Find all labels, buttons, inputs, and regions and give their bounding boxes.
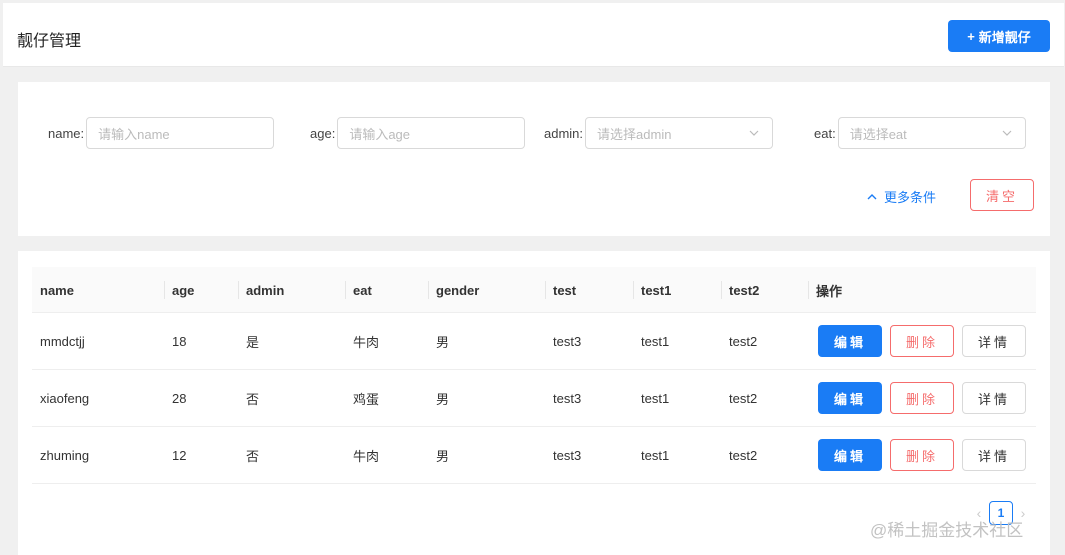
cell-test: test3 (553, 334, 582, 349)
cell-admin: 否 (246, 392, 260, 407)
eat-label: eat: (814, 125, 836, 141)
column-header-eat[interactable]: eat (345, 267, 372, 313)
cell-test2: test2 (729, 391, 758, 406)
cell-age: 18 (172, 334, 187, 349)
edit-button[interactable]: 编辑 (818, 382, 882, 414)
table-panel: name age admin eat gender test test1 tes… (18, 251, 1050, 555)
eat-field: eat: 请选择eat (814, 117, 1026, 149)
chevron-down-icon (1002, 130, 1012, 136)
add-item-button[interactable]: + 新增靓仔 (948, 20, 1050, 52)
cell-gender: 男 (436, 392, 450, 407)
cell-name: mmdctjj (40, 334, 85, 349)
detail-button[interactable]: 详情 (962, 439, 1026, 471)
cell-test2: test2 (729, 334, 758, 349)
chevron-down-icon (749, 130, 759, 136)
cell-test1: test1 (641, 448, 670, 463)
cell-eat: 牛肉 (353, 335, 380, 350)
name-label: name: (48, 125, 85, 141)
cell-gender: 男 (436, 335, 450, 350)
search-panel: name: 请输入name age: 请输入age admin: 请选择admi… (18, 82, 1050, 236)
edit-button[interactable]: 编辑 (818, 439, 882, 471)
cell-eat: 牛肉 (353, 449, 380, 464)
cell-test1: test1 (641, 334, 670, 349)
row-actions: 编辑 删除 详情 (818, 325, 1026, 357)
age-input[interactable]: 请输入age (337, 117, 526, 149)
add-item-label: 新增靓仔 (978, 29, 1031, 45)
cell-gender: 男 (436, 449, 450, 464)
page-header: 靓仔管理 + 新增靓仔 (3, 3, 1064, 67)
page: 靓仔管理 + 新增靓仔 name: 请输入name age: 请输入age ad… (3, 3, 1064, 555)
row-actions: 编辑 删除 详情 (818, 382, 1026, 414)
column-header-test1[interactable]: test1 (633, 267, 671, 313)
cell-name: xiaofeng (40, 391, 90, 406)
cell-admin: 是 (246, 335, 260, 350)
cell-test: test3 (553, 448, 582, 463)
detail-button[interactable]: 详情 (962, 382, 1026, 414)
delete-button[interactable]: 删除 (890, 325, 954, 357)
table-header: name age admin eat gender test test1 tes… (32, 267, 1036, 313)
cell-test1: test1 (641, 391, 670, 406)
delete-button[interactable]: 删除 (890, 439, 954, 471)
name-field: name: 请输入name (48, 117, 275, 149)
delete-button[interactable]: 删除 (890, 382, 954, 414)
admin-label: admin: (544, 125, 584, 141)
age-placeholder: 请输入age (349, 126, 411, 142)
admin-field: admin: 请选择admin (544, 117, 774, 149)
column-header-age[interactable]: age (164, 267, 194, 313)
watermark: @稀土掘金技术社区 (870, 521, 1024, 540)
chevron-up-icon (867, 193, 877, 199)
age-field: age: 请输入age (310, 117, 526, 149)
eat-select[interactable]: 请选择eat (837, 117, 1026, 149)
edit-button[interactable]: 编辑 (818, 325, 882, 357)
age-label: age: (310, 125, 336, 141)
detail-button[interactable]: 详情 (962, 325, 1026, 357)
admin-select[interactable]: 请选择admin (585, 117, 774, 149)
cell-admin: 否 (246, 449, 260, 464)
more-conditions-toggle[interactable]: 更多条件 (866, 187, 936, 206)
cell-age: 12 (172, 448, 187, 463)
table-row: xiaofeng 28 否 鸡蛋 男 test3 test1 test2 编辑 … (32, 370, 1036, 427)
table-row: zhuming 12 否 牛肉 男 test3 test1 test2 编辑 删… (32, 427, 1036, 484)
column-header-admin[interactable]: admin (238, 267, 284, 313)
row-actions: 编辑 删除 详情 (818, 439, 1026, 471)
column-header-test2[interactable]: test2 (721, 267, 759, 313)
column-header-gender[interactable]: gender (428, 267, 479, 313)
cell-test2: test2 (729, 448, 758, 463)
clear-button[interactable]: 清空 (970, 179, 1034, 211)
column-header-test[interactable]: test (545, 267, 576, 313)
eat-placeholder: 请选择eat (849, 126, 907, 142)
table-row: mmdctjj 18 是 牛肉 男 test3 test1 test2 编辑 删… (32, 313, 1036, 370)
name-placeholder: 请输入name (98, 126, 170, 142)
cell-test: test3 (553, 391, 582, 406)
data-table: name age admin eat gender test test1 tes… (32, 267, 1036, 484)
column-header-name[interactable]: name (32, 267, 74, 313)
cell-name: zhuming (40, 448, 90, 463)
plus-icon: + (967, 28, 975, 44)
column-header-actions: 操作 (808, 267, 842, 313)
name-input[interactable]: 请输入name (86, 117, 275, 149)
more-conditions-label: 更多条件 (884, 190, 937, 205)
admin-placeholder: 请选择admin (597, 126, 672, 142)
cell-eat: 鸡蛋 (353, 392, 380, 407)
cell-age: 28 (172, 391, 187, 406)
page-title: 靓仔管理 (17, 33, 82, 50)
